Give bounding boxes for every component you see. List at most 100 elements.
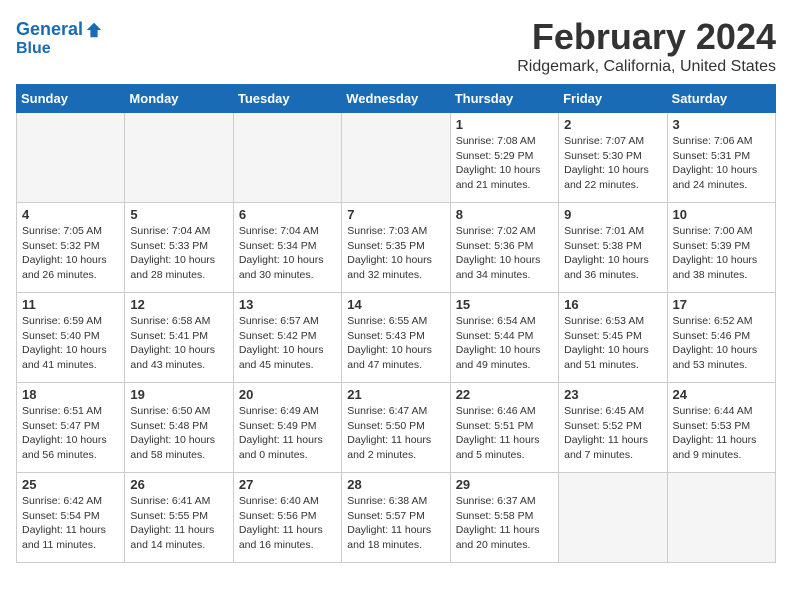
calendar-cell xyxy=(667,473,775,563)
day-number: 10 xyxy=(673,207,770,222)
calendar-cell: 10 Sunrise: 7:00 AMSunset: 5:39 PMDayligh… xyxy=(667,203,775,293)
calendar-cell: 7Sunrise: 7:03 AMSunset: 5:35 PMDaylight… xyxy=(342,203,450,293)
day-info: Sunrise: 6:49 AMSunset: 5:49 PMDaylight:… xyxy=(239,404,336,463)
header: General Blue February 2024 Ridgemark, Ca… xyxy=(16,16,776,76)
calendar-cell: 25 Sunrise: 6:42 AMSunset: 5:54 PMDayligh… xyxy=(17,473,125,563)
day-info: Sunrise: 7:04 AMSunset: 5:33 PMDaylight:… xyxy=(130,224,227,283)
day-info: Sunrise: 6:54 AMSunset: 5:44 PMDaylight:… xyxy=(456,314,553,373)
day-number: 28 xyxy=(347,477,444,492)
calendar-cell xyxy=(125,113,233,203)
day-info: Sunrise: 7:00 AMSunset: 5:39 PMDaylight:… xyxy=(673,224,770,283)
weekday-header: Monday xyxy=(125,85,233,113)
calendar-week-row: 18 Sunrise: 6:51 AMSunset: 5:47 PMDayligh… xyxy=(17,383,776,473)
calendar-cell xyxy=(17,113,125,203)
day-info: Sunrise: 7:06 AMSunset: 5:31 PMDaylight:… xyxy=(673,134,770,193)
day-number: 19 xyxy=(130,387,227,402)
calendar-cell: 6 Sunrise: 7:04 AMSunset: 5:34 PMDaylight… xyxy=(233,203,341,293)
calendar-cell xyxy=(559,473,667,563)
day-number: 18 xyxy=(22,387,119,402)
calendar-cell: 18 Sunrise: 6:51 AMSunset: 5:47 PMDayligh… xyxy=(17,383,125,473)
day-number: 26 xyxy=(130,477,227,492)
weekday-header: Thursday xyxy=(450,85,558,113)
calendar-cell: 9 Sunrise: 7:01 AMSunset: 5:38 PMDaylight… xyxy=(559,203,667,293)
logo-icon xyxy=(85,21,103,39)
day-info: Sunrise: 7:05 AMSunset: 5:32 PMDaylight:… xyxy=(22,224,119,283)
day-number: 11 xyxy=(22,297,119,312)
day-info: Sunrise: 7:04 AMSunset: 5:34 PMDaylight:… xyxy=(239,224,336,283)
calendar-cell: 13 Sunrise: 6:57 AMSunset: 5:42 PMDayligh… xyxy=(233,293,341,383)
day-number: 20 xyxy=(239,387,336,402)
weekday-header: Sunday xyxy=(17,85,125,113)
day-number: 3 xyxy=(673,117,770,132)
calendar-week-row: 4 Sunrise: 7:05 AMSunset: 5:32 PMDaylight… xyxy=(17,203,776,293)
day-info: Sunrise: 7:02 AMSunset: 5:36 PMDaylight:… xyxy=(456,224,553,283)
day-number: 27 xyxy=(239,477,336,492)
day-info: Sunrise: 7:01 AMSunset: 5:38 PMDaylight:… xyxy=(564,224,661,283)
calendar-cell: 28 Sunrise: 6:38 AMSunset: 5:57 PMDayligh… xyxy=(342,473,450,563)
calendar-cell: 24 Sunrise: 6:44 AMSunset: 5:53 PMDayligh… xyxy=(667,383,775,473)
day-number: 1 xyxy=(456,117,553,132)
day-number: 15 xyxy=(456,297,553,312)
day-number: 24 xyxy=(673,387,770,402)
calendar-cell: 19 Sunrise: 6:50 AMSunset: 5:48 PMDayligh… xyxy=(125,383,233,473)
day-info: Sunrise: 7:03 AMSunset: 5:35 PMDaylight:… xyxy=(347,224,444,283)
day-number: 8 xyxy=(456,207,553,222)
day-info: Sunrise: 6:53 AMSunset: 5:45 PMDaylight:… xyxy=(564,314,661,373)
calendar-cell: 23 Sunrise: 6:45 AMSunset: 5:52 PMDayligh… xyxy=(559,383,667,473)
day-info: Sunrise: 6:38 AMSunset: 5:57 PMDaylight:… xyxy=(347,494,444,553)
calendar-title: February 2024 xyxy=(517,16,776,58)
calendar-cell: 8 Sunrise: 7:02 AMSunset: 5:36 PMDaylight… xyxy=(450,203,558,293)
calendar-cell: 12Sunrise: 6:58 AMSunset: 5:41 PMDayligh… xyxy=(125,293,233,383)
day-info: Sunrise: 6:50 AMSunset: 5:48 PMDaylight:… xyxy=(130,404,227,463)
calendar-cell: 26 Sunrise: 6:41 AMSunset: 5:55 PMDayligh… xyxy=(125,473,233,563)
day-info: Sunrise: 6:59 AMSunset: 5:40 PMDaylight:… xyxy=(22,314,119,373)
calendar-cell: 20 Sunrise: 6:49 AMSunset: 5:49 PMDayligh… xyxy=(233,383,341,473)
calendar-cell: 27 Sunrise: 6:40 AMSunset: 5:56 PMDayligh… xyxy=(233,473,341,563)
calendar-week-row: 11 Sunrise: 6:59 AMSunset: 5:40 PMDayligh… xyxy=(17,293,776,383)
weekday-header: Tuesday xyxy=(233,85,341,113)
weekday-header: Saturday xyxy=(667,85,775,113)
day-info: Sunrise: 6:42 AMSunset: 5:54 PMDaylight:… xyxy=(22,494,119,553)
day-info: Sunrise: 6:44 AMSunset: 5:53 PMDaylight:… xyxy=(673,404,770,463)
day-info: Sunrise: 6:40 AMSunset: 5:56 PMDaylight:… xyxy=(239,494,336,553)
day-number: 14 xyxy=(347,297,444,312)
day-info: Sunrise: 6:51 AMSunset: 5:47 PMDaylight:… xyxy=(22,404,119,463)
day-number: 17 xyxy=(673,297,770,312)
calendar-cell: 1Sunrise: 7:08 AMSunset: 5:29 PMDaylight… xyxy=(450,113,558,203)
day-number: 16 xyxy=(564,297,661,312)
calendar-cell: 4 Sunrise: 7:05 AMSunset: 5:32 PMDaylight… xyxy=(17,203,125,293)
day-number: 21 xyxy=(347,387,444,402)
calendar-cell: 22Sunrise: 6:46 AMSunset: 5:51 PMDayligh… xyxy=(450,383,558,473)
calendar-subtitle: Ridgemark, California, United States xyxy=(517,58,776,76)
day-info: Sunrise: 6:46 AMSunset: 5:51 PMDaylight:… xyxy=(456,404,553,463)
calendar-cell: 5 Sunrise: 7:04 AMSunset: 5:33 PMDaylight… xyxy=(125,203,233,293)
day-info: Sunrise: 6:57 AMSunset: 5:42 PMDaylight:… xyxy=(239,314,336,373)
day-info: Sunrise: 6:41 AMSunset: 5:55 PMDaylight:… xyxy=(130,494,227,553)
calendar-cell: 16 Sunrise: 6:53 AMSunset: 5:45 PMDayligh… xyxy=(559,293,667,383)
weekday-header: Friday xyxy=(559,85,667,113)
calendar-cell: 21 Sunrise: 6:47 AMSunset: 5:50 PMDayligh… xyxy=(342,383,450,473)
title-area: February 2024 Ridgemark, California, Uni… xyxy=(517,16,776,76)
day-number: 13 xyxy=(239,297,336,312)
day-number: 25 xyxy=(22,477,119,492)
day-number: 9 xyxy=(564,207,661,222)
calendar-cell: 29Sunrise: 6:37 AMSunset: 5:58 PMDayligh… xyxy=(450,473,558,563)
day-info: Sunrise: 7:07 AMSunset: 5:30 PMDaylight:… xyxy=(564,134,661,193)
calendar-week-row: 1Sunrise: 7:08 AMSunset: 5:29 PMDaylight… xyxy=(17,113,776,203)
day-info: Sunrise: 6:45 AMSunset: 5:52 PMDaylight:… xyxy=(564,404,661,463)
day-number: 12 xyxy=(130,297,227,312)
calendar-header-row: SundayMondayTuesdayWednesdayThursdayFrid… xyxy=(17,85,776,113)
calendar-cell xyxy=(233,113,341,203)
calendar-cell: 11 Sunrise: 6:59 AMSunset: 5:40 PMDayligh… xyxy=(17,293,125,383)
calendar-cell: 14 Sunrise: 6:55 AMSunset: 5:43 PMDayligh… xyxy=(342,293,450,383)
day-info: Sunrise: 6:47 AMSunset: 5:50 PMDaylight:… xyxy=(347,404,444,463)
day-info: Sunrise: 6:37 AMSunset: 5:58 PMDaylight:… xyxy=(456,494,553,553)
day-number: 6 xyxy=(239,207,336,222)
day-number: 2 xyxy=(564,117,661,132)
day-info: Sunrise: 6:55 AMSunset: 5:43 PMDaylight:… xyxy=(347,314,444,373)
calendar-cell: 15 Sunrise: 6:54 AMSunset: 5:44 PMDayligh… xyxy=(450,293,558,383)
day-number: 5 xyxy=(130,207,227,222)
calendar-cell xyxy=(342,113,450,203)
day-number: 4 xyxy=(22,207,119,222)
day-number: 23 xyxy=(564,387,661,402)
